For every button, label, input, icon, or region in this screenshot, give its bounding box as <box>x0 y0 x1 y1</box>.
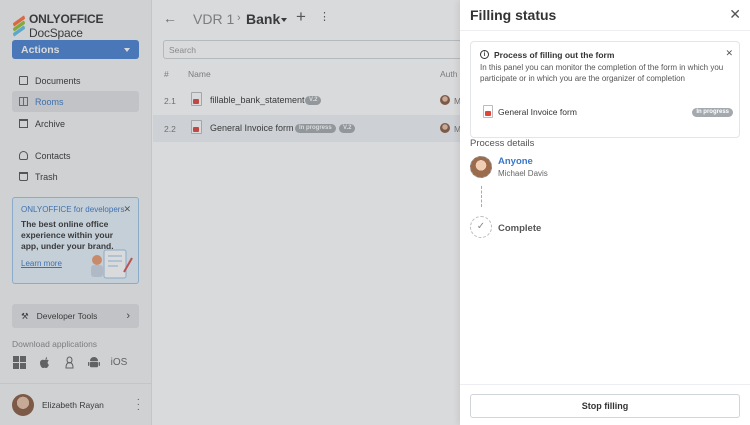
pdf-file-icon <box>483 105 493 118</box>
info-close-icon[interactable]: ✕ <box>725 48 733 59</box>
status-badge: In progress <box>692 108 733 117</box>
form-name: General Invoice form <box>498 107 577 117</box>
process-details-title: Process details <box>470 138 535 149</box>
step-role-anyone: Anyone <box>498 156 533 167</box>
info-box: i Process of filling out the form ✕ In t… <box>470 41 740 138</box>
step-connector <box>481 186 482 207</box>
avatar <box>470 156 492 178</box>
close-icon[interactable]: ✕ <box>729 6 741 23</box>
panel-title: Filling status <box>470 7 557 23</box>
stop-filling-button[interactable]: Stop filling <box>470 394 740 418</box>
step-complete-label: Complete <box>498 223 542 234</box>
filling-status-panel: Filling status ✕ i Process of filling ou… <box>460 0 750 425</box>
step-user-name: Michael Davis <box>498 169 548 178</box>
info-title: Process of filling out the form <box>494 50 615 60</box>
divider <box>460 384 750 385</box>
divider <box>460 30 750 31</box>
check-icon: ✓ <box>470 216 492 238</box>
info-description: In this panel you can monitor the comple… <box>480 63 724 83</box>
info-icon: i <box>480 50 489 59</box>
modal-backdrop[interactable] <box>0 0 460 425</box>
